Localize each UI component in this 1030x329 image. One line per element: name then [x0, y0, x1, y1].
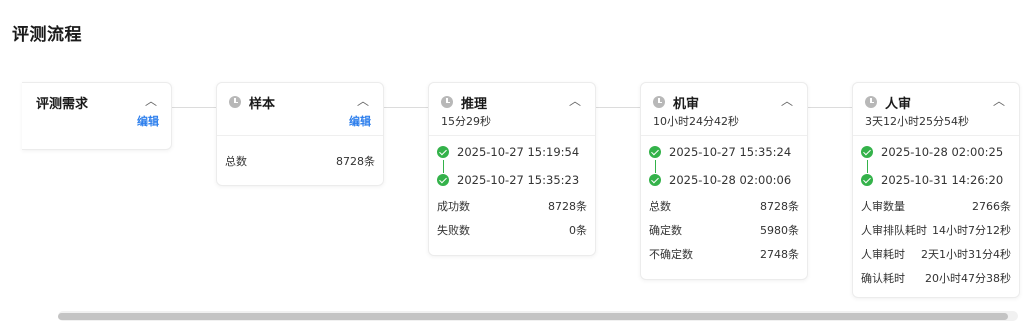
- stage-card-machine-review: 机审 ︿ 10小时24分42秒 2025-10-27 15:35:24 2025…: [640, 82, 808, 280]
- stat-row: 确认耗时 20小时47分38秒: [861, 270, 1011, 288]
- chevron-up-icon[interactable]: ︿: [993, 95, 1005, 107]
- stat-value: 8728条: [336, 155, 375, 168]
- stage-card-sample: 样本 ︿ 编辑 总数 8728条: [216, 82, 384, 186]
- clock-icon: [229, 96, 241, 108]
- stat-label: 人审数量: [861, 200, 905, 213]
- clock-icon: [865, 96, 877, 108]
- stat-row: 确定数 5980条: [649, 222, 799, 240]
- timeline-line: [443, 160, 444, 173]
- stat-label: 确认耗时: [861, 272, 905, 285]
- chevron-up-icon[interactable]: ︿: [781, 95, 793, 107]
- stat-label: 成功数: [437, 200, 470, 213]
- stat-value: 8728条: [760, 200, 799, 213]
- stat-label: 总数: [649, 200, 671, 213]
- divider: [641, 135, 807, 136]
- stage-title: 机审: [673, 97, 700, 112]
- chevron-up-icon[interactable]: ︿: [569, 95, 581, 107]
- check-circle-icon: [437, 146, 449, 158]
- stat-value: 2748条: [760, 248, 799, 261]
- check-circle-icon: [861, 146, 873, 158]
- edit-link[interactable]: 编辑: [349, 113, 371, 129]
- stat-value: 8728条: [548, 200, 587, 213]
- stage-card-inference: 推理 ︿ 15分29秒 2025-10-27 15:19:54 2025-10-…: [428, 82, 596, 256]
- clock-icon: [653, 96, 665, 108]
- stat-value: 14小时7分12秒: [932, 224, 1011, 237]
- stage-duration: 15分29秒: [441, 115, 491, 128]
- stage-card-human-review: 人审 ︿ 3天12小时25分54秒 2025-10-28 02:00:25 20…: [852, 82, 1020, 298]
- chevron-up-icon[interactable]: ︿: [357, 95, 369, 107]
- divider: [217, 135, 383, 136]
- stat-row: 人审排队耗时 14小时7分12秒: [861, 222, 1011, 240]
- stat-value: 0条: [569, 224, 587, 237]
- stat-value: 2天1小时31分4秒: [921, 248, 1011, 261]
- stat-label: 失败数: [437, 224, 470, 237]
- stat-value: 2766条: [972, 200, 1011, 213]
- clock-icon: [441, 96, 453, 108]
- stat-row: 不确定数 2748条: [649, 246, 799, 264]
- stage-title: 样本: [249, 97, 276, 112]
- stage-title: 推理: [461, 97, 488, 112]
- stat-row: 人审耗时 2天1小时31分4秒: [861, 246, 1011, 264]
- check-circle-icon: [437, 174, 449, 186]
- check-circle-icon: [649, 174, 661, 186]
- stat-row: 总数 8728条: [225, 153, 375, 171]
- divider: [429, 135, 595, 136]
- horizontal-scrollbar-thumb[interactable]: [58, 313, 1008, 320]
- timeline-line: [867, 160, 868, 173]
- chevron-up-icon[interactable]: ︿: [145, 95, 157, 107]
- stage-title: 评测需求: [36, 97, 89, 112]
- stat-label: 不确定数: [649, 248, 693, 261]
- stage-connector: [596, 107, 640, 108]
- stage-connector: [384, 107, 428, 108]
- timeline-line: [655, 160, 656, 173]
- stat-value: 5980条: [760, 224, 799, 237]
- divider: [853, 135, 1019, 136]
- stat-label: 人审排队耗时: [861, 224, 927, 237]
- stat-label: 确定数: [649, 224, 682, 237]
- stage-connector: [172, 107, 216, 108]
- check-circle-icon: [649, 146, 661, 158]
- stage-card-requirement: 评测需求 ︿ 编辑: [22, 82, 172, 150]
- stage-duration: 10小时24分42秒: [653, 115, 739, 128]
- stage-duration: 3天12小时25分54秒: [865, 115, 969, 128]
- stat-row: 总数 8728条: [649, 198, 799, 216]
- page-title: 评测流程: [12, 25, 82, 45]
- stage-connector: [808, 107, 852, 108]
- stage-title: 人审: [885, 97, 912, 112]
- stat-row: 成功数 8728条: [437, 198, 587, 216]
- stat-label: 总数: [225, 155, 247, 168]
- stat-label: 人审耗时: [861, 248, 905, 261]
- stat-value: 20小时47分38秒: [925, 272, 1011, 285]
- check-circle-icon: [861, 174, 873, 186]
- stat-row: 失败数 0条: [437, 222, 587, 240]
- stat-row: 人审数量 2766条: [861, 198, 1011, 216]
- edit-link[interactable]: 编辑: [137, 113, 159, 129]
